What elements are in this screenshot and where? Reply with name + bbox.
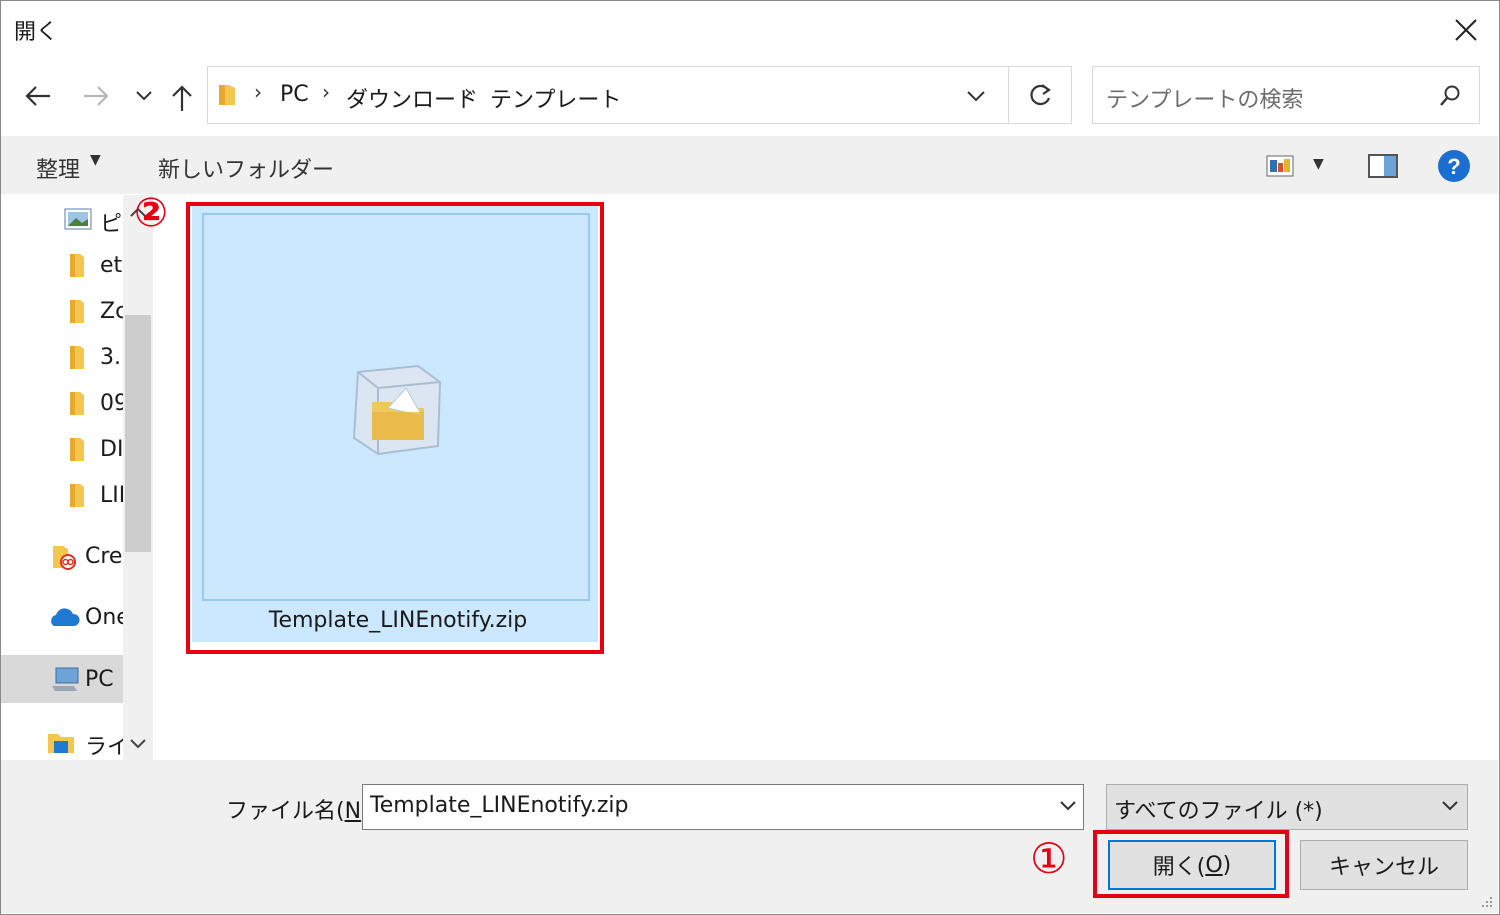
forward-arrow-icon[interactable]	[78, 78, 114, 114]
breadcrumb-templates[interactable]: テンプレート	[490, 82, 621, 114]
breadcrumb-pc[interactable]: PC	[280, 82, 309, 107]
filename-label: ファイル名(N):	[226, 799, 377, 824]
view-dropdown-icon[interactable]: ▼	[1313, 156, 1324, 172]
folder-icon	[68, 252, 86, 277]
recent-locations-chevron-icon[interactable]	[126, 78, 162, 114]
annotation-highlight-box	[186, 202, 604, 654]
window-title: 開く	[14, 20, 59, 45]
svg-text:?: ?	[1447, 154, 1460, 179]
nav-scrollbar-thumb[interactable]	[125, 315, 151, 552]
filetype-dropdown-chevron-icon[interactable]	[1440, 798, 1460, 817]
pc-icon	[50, 666, 80, 698]
nav-item-creative-cloud[interactable]: Cre	[85, 544, 122, 569]
resize-grip-icon[interactable]	[1478, 893, 1494, 913]
folder-icon	[217, 82, 237, 110]
scroll-down-icon[interactable]	[128, 736, 148, 755]
breadcrumb-separator-icon: ›	[322, 80, 330, 104]
address-dropdown-chevron-icon[interactable]	[958, 78, 994, 114]
nav-item-folder[interactable]: DI	[100, 437, 123, 462]
nav-item-folder[interactable]: 3.	[100, 345, 121, 370]
onedrive-icon	[46, 606, 80, 632]
filename-value[interactable]: Template_LINEnotify.zip	[370, 793, 629, 818]
search-placeholder[interactable]: テンプレートの検索	[1106, 82, 1303, 114]
library-icon	[46, 728, 76, 758]
organize-dropdown-icon[interactable]: ▼	[90, 152, 101, 168]
nav-item-pictures[interactable]: ピ	[100, 206, 122, 238]
folder-icon	[68, 298, 86, 323]
organize-button[interactable]: 整理	[36, 152, 80, 184]
nav-item-folder[interactable]: et	[100, 253, 122, 278]
breadcrumb-separator-icon: ›	[254, 80, 262, 104]
creative-cloud-icon	[50, 542, 80, 576]
search-icon[interactable]	[1432, 78, 1468, 114]
up-arrow-icon[interactable]	[164, 80, 200, 116]
folder-icon	[68, 390, 86, 415]
preview-pane-icon[interactable]	[1368, 154, 1398, 182]
help-icon[interactable]: ?	[1437, 149, 1471, 187]
cancel-button[interactable]: キャンセル	[1300, 840, 1468, 890]
filetype-value[interactable]: すべてのファイル (*)	[1114, 793, 1323, 825]
annotation-marker-1: ①	[1030, 834, 1068, 883]
folder-icon	[68, 482, 86, 507]
close-icon[interactable]	[1448, 12, 1484, 48]
breadcrumb-downloads[interactable]: ダウンロード	[346, 82, 478, 114]
filename-dropdown-chevron-icon[interactable]	[1058, 798, 1078, 817]
annotation-marker-2: ②	[134, 190, 168, 236]
breadcrumb-separator-icon: ›	[464, 80, 472, 104]
address-bar[interactable]	[207, 66, 1072, 124]
folder-icon	[68, 344, 86, 369]
address-divider	[1008, 67, 1009, 123]
nav-item-pc[interactable]: PC	[85, 667, 114, 692]
refresh-icon[interactable]	[1022, 77, 1058, 113]
back-arrow-icon[interactable]	[20, 78, 56, 114]
new-folder-button[interactable]: 新しいフォルダー	[158, 152, 334, 184]
view-options-icon[interactable]	[1266, 155, 1294, 181]
nav-item-folder[interactable]: LII	[100, 483, 125, 508]
pictures-icon	[64, 208, 92, 234]
annotation-highlight-box	[1093, 830, 1289, 898]
folder-icon	[68, 436, 86, 461]
